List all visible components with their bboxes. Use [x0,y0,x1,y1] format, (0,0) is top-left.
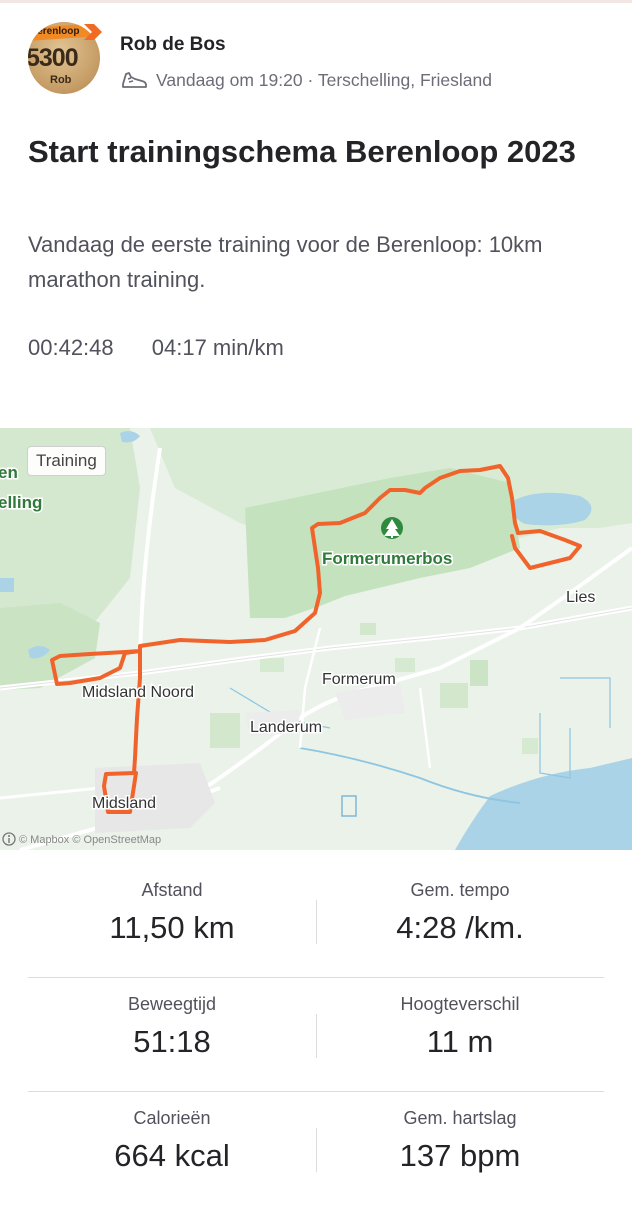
stat-value: 137 bpm [399,1138,521,1173]
activity-description: Vandaag de eerste training voor de Beren… [28,232,543,292]
quick-stats: 00:42:48 04:17 min/km [28,335,316,361]
stat-label: Beweegtijd [127,994,217,1014]
stat-label: Afstand [141,880,203,900]
stat-value: 11 m [426,1024,494,1059]
tree-icon [381,517,403,539]
map-label-lies: Lies [566,589,595,606]
stat-label: Gem. hartslag [403,1108,517,1128]
map-label-midsland: Midsland [92,795,156,812]
stat-label: Hoogteverschil [400,994,520,1014]
activity-title: Start trainingschema Berenloop 2023 [28,134,576,169]
pace-summary: 04:17 min/km [151,335,284,360]
stat-gem-tempo: Gem. tempo 4:28 /km. [316,864,604,946]
stat-label: Gem. tempo [410,880,510,900]
stat-beweegtijd: Beweegtijd 51:18 [28,978,316,1060]
activity-timestamp-location: Vandaag om 19:20 · Terschelling, Friesla… [156,70,492,90]
stats-row: Afstand 11,50 km Gem. tempo 4:28 /km. [28,864,604,977]
map-badge: Training [27,446,106,476]
running-shoe-icon [122,72,147,88]
avatar-bib-name: Rob [50,74,72,86]
map-label-landerum: Landerum [250,719,322,736]
avatar-brand: Berenloop [30,26,80,37]
stats-grid: Afstand 11,50 km Gem. tempo 4:28 /km. Be… [28,864,604,1205]
activity-meta: Vandaag om 19:20 · Terschelling, Friesla… [120,70,492,91]
stat-hoogteverschil: Hoogteverschil 11 m [316,978,604,1060]
map-canvas: Formerumerbos Lies Formerum Midsland Noo… [0,428,632,850]
elapsed-time: 00:42:48 [28,335,114,360]
stat-value: 664 kcal [114,1138,230,1173]
stat-afstand: Afstand 11,50 km [28,864,316,946]
stat-gem-hartslag: Gem. hartslag 137 bpm [316,1092,604,1174]
activity-header: Berenloop 5300 Rob Rob de Bos Vandaag om… [28,22,608,102]
stat-label: Calorieën [133,1108,211,1128]
route-map[interactable]: Formerumerbos Lies Formerum Midsland Noo… [0,428,632,850]
map-label-partial-1: en [0,463,18,482]
stat-value: 4:28 /km. [396,910,524,945]
map-label-formerum: Formerum [322,671,396,688]
map-label-formerumerbos: Formerumerbos [322,549,452,568]
map-label-partial-2: elling [0,493,42,512]
map-attribution[interactable]: © Mapbox © OpenStreetMap [19,834,161,846]
stat-value: 51:18 [133,1024,211,1059]
stat-value: 11,50 km [109,910,235,945]
stats-row: Beweegtijd 51:18 Hoogteverschil 11 m [28,977,604,1091]
athlete-name[interactable]: Rob de Bos [120,34,226,56]
map-label-midsland-noord: Midsland Noord [82,684,194,701]
chevron-logo-icon [84,24,102,40]
top-divider [0,0,632,3]
stats-row: Calorieën 664 kcal Gem. hartslag 137 bpm [28,1091,604,1205]
stat-calorieen: Calorieën 664 kcal [28,1092,316,1174]
avatar-bib-number: 5300 [28,44,79,72]
